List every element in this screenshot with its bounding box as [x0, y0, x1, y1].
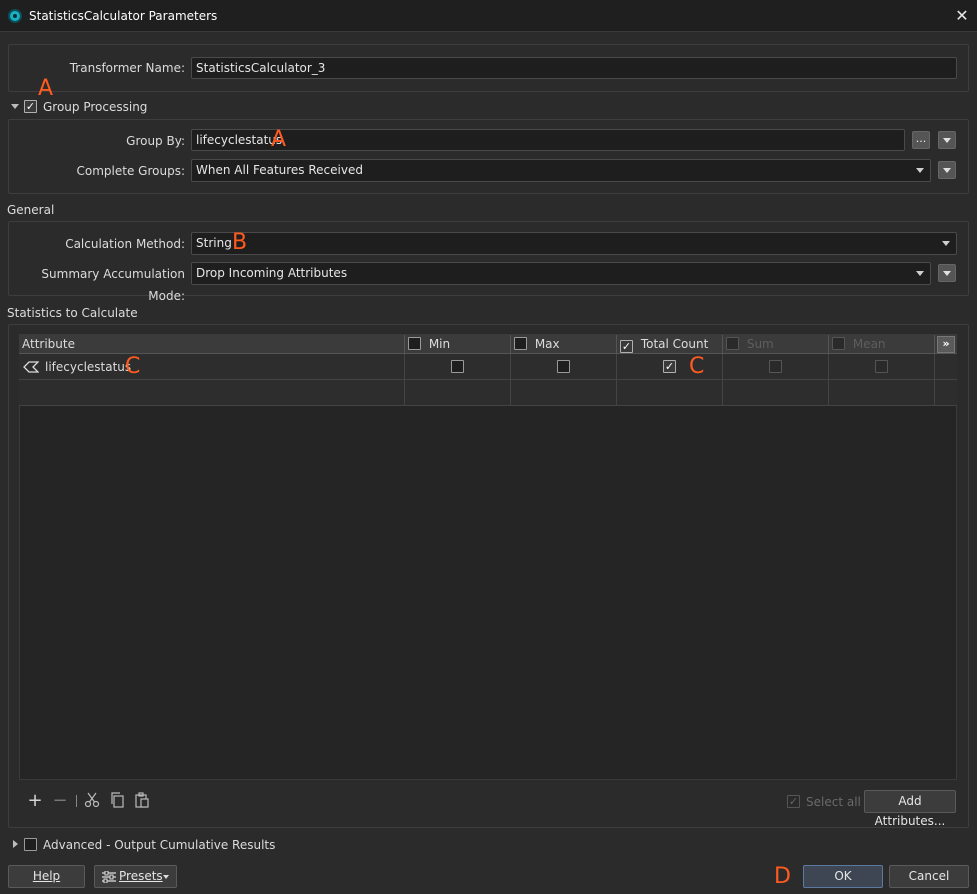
- cut-icon[interactable]: [84, 792, 100, 808]
- max-cell[interactable]: [511, 354, 617, 380]
- column-header-max[interactable]: Max: [511, 335, 617, 354]
- min-cell[interactable]: [405, 354, 511, 380]
- min-column-checkbox[interactable]: [408, 337, 421, 350]
- general-section-title: General: [7, 203, 55, 217]
- group-by-value: lifecyclestatus: [196, 133, 283, 147]
- table-header-row: Attribute Min Max ✓ Total Count Sum Mean: [19, 335, 957, 354]
- annotation-c-attribute: C: [125, 354, 141, 379]
- column-header-mean: Mean: [829, 335, 935, 354]
- chevron-down-icon: [942, 241, 950, 246]
- summary-mode-value: Drop Incoming Attributes: [196, 266, 348, 280]
- close-icon[interactable]: ✕: [952, 6, 972, 26]
- app-icon: [8, 9, 22, 23]
- help-button[interactable]: Help: [8, 865, 85, 888]
- chevron-down-icon: [163, 875, 169, 879]
- sliders-icon: [102, 871, 116, 883]
- column-header-total-count[interactable]: ✓ Total Count: [617, 335, 723, 354]
- calculation-method-label: Calculation Method:: [65, 237, 185, 251]
- transformer-name-input[interactable]: StatisticsCalculator_3: [191, 57, 957, 79]
- complete-groups-value: When All Features Received: [196, 163, 363, 177]
- mean-cell: [829, 354, 935, 380]
- sum-row-checkbox: [769, 360, 782, 373]
- remove-row-icon[interactable]: −: [52, 792, 68, 810]
- group-by-menu-button[interactable]: [938, 131, 956, 149]
- add-attributes-button[interactable]: Add Attributes...: [864, 790, 956, 828]
- window-title: StatisticsCalculator Parameters: [29, 9, 218, 23]
- advanced-checkbox[interactable]: [24, 838, 37, 851]
- max-column-checkbox[interactable]: [514, 337, 527, 350]
- column-header-label: Max: [534, 337, 560, 351]
- toolbar-divider: [76, 795, 77, 807]
- column-header-sum: Sum: [723, 335, 829, 354]
- expand-arrow-icon[interactable]: [13, 840, 18, 848]
- mean-column-checkbox: [832, 337, 845, 350]
- table-row[interactable]: lifecyclestatus C ✓ C: [19, 354, 957, 380]
- ellipsis-button[interactable]: ...: [912, 131, 930, 149]
- sum-column-checkbox: [726, 337, 739, 350]
- copy-icon[interactable]: [109, 792, 125, 808]
- total-count-row-checkbox[interactable]: ✓: [663, 360, 676, 373]
- more-columns-button[interactable]: »: [937, 336, 955, 353]
- mean-row-checkbox: [875, 360, 888, 373]
- help-label: Help: [32, 869, 61, 883]
- total-count-cell[interactable]: [617, 380, 723, 406]
- complete-groups-label: Complete Groups:: [76, 164, 185, 178]
- presets-button[interactable]: Presets: [94, 865, 177, 888]
- column-header-label: Total Count: [640, 337, 709, 351]
- advanced-label: Advanced - Output Cumulative Results: [43, 838, 276, 852]
- chevron-down-icon: [916, 168, 924, 173]
- table-row-empty[interactable]: [19, 380, 957, 406]
- max-row-checkbox[interactable]: [557, 360, 570, 373]
- select-all-label: Select all: [806, 795, 861, 809]
- column-header-label: Attribute: [22, 337, 75, 351]
- chevron-down-icon: [916, 271, 924, 276]
- annotation-b: B: [232, 230, 248, 255]
- total-count-cell[interactable]: ✓ C: [617, 354, 723, 380]
- column-header-label: Sum: [746, 337, 774, 351]
- total-count-column-checkbox[interactable]: ✓: [620, 340, 633, 353]
- summary-mode-menu-button[interactable]: [938, 264, 956, 282]
- min-cell[interactable]: [405, 380, 511, 406]
- column-header-label: Mean: [852, 337, 886, 351]
- group-by-input[interactable]: lifecyclestatus: [191, 129, 905, 151]
- mean-cell: [829, 380, 935, 406]
- add-row-icon[interactable]: +: [27, 792, 43, 810]
- group-processing-label: Group Processing: [43, 100, 148, 114]
- group-by-label: Group By:: [126, 134, 185, 148]
- chevron-down-icon: [943, 168, 951, 173]
- paste-icon[interactable]: [134, 792, 150, 808]
- min-row-checkbox[interactable]: [451, 360, 464, 373]
- complete-groups-menu-button[interactable]: [938, 161, 956, 179]
- summary-mode-select[interactable]: Drop Incoming Attributes: [191, 262, 931, 285]
- attribute-tag-icon: [23, 361, 39, 373]
- presets-label: Presets: [119, 869, 163, 883]
- max-cell[interactable]: [511, 380, 617, 406]
- calculation-method-value: String: [196, 236, 232, 250]
- column-header-attribute[interactable]: Attribute: [19, 335, 405, 354]
- cancel-button[interactable]: Cancel: [889, 865, 969, 888]
- sum-cell: [723, 380, 829, 406]
- ok-button[interactable]: OK: [803, 865, 883, 888]
- select-all-checkbox: ✓: [787, 795, 800, 808]
- column-header-label: Min: [428, 337, 451, 351]
- annotation-a-checkbox: A: [38, 76, 54, 101]
- collapse-arrow-icon[interactable]: [11, 104, 19, 109]
- annotation-c-total-count: C: [689, 354, 705, 379]
- attribute-cell[interactable]: lifecyclestatus C: [19, 354, 405, 380]
- group-processing-checkbox[interactable]: ✓: [24, 100, 37, 113]
- annotation-d: D: [774, 864, 791, 889]
- calculation-method-select[interactable]: String: [191, 232, 957, 255]
- column-header-min[interactable]: Min: [405, 335, 511, 354]
- chevron-down-icon: [943, 138, 951, 143]
- attribute-value: lifecyclestatus: [45, 360, 132, 374]
- complete-groups-select[interactable]: When All Features Received: [191, 159, 931, 182]
- attribute-cell[interactable]: [19, 380, 405, 406]
- statistics-section-title: Statistics to Calculate: [7, 306, 138, 320]
- annotation-a-groupby: A: [271, 127, 287, 152]
- sum-cell: [723, 354, 829, 380]
- summary-mode-label: Summary Accumulation Mode:: [41, 267, 185, 303]
- transformer-name-label: Transformer Name:: [69, 61, 185, 75]
- chevron-down-icon: [943, 271, 951, 276]
